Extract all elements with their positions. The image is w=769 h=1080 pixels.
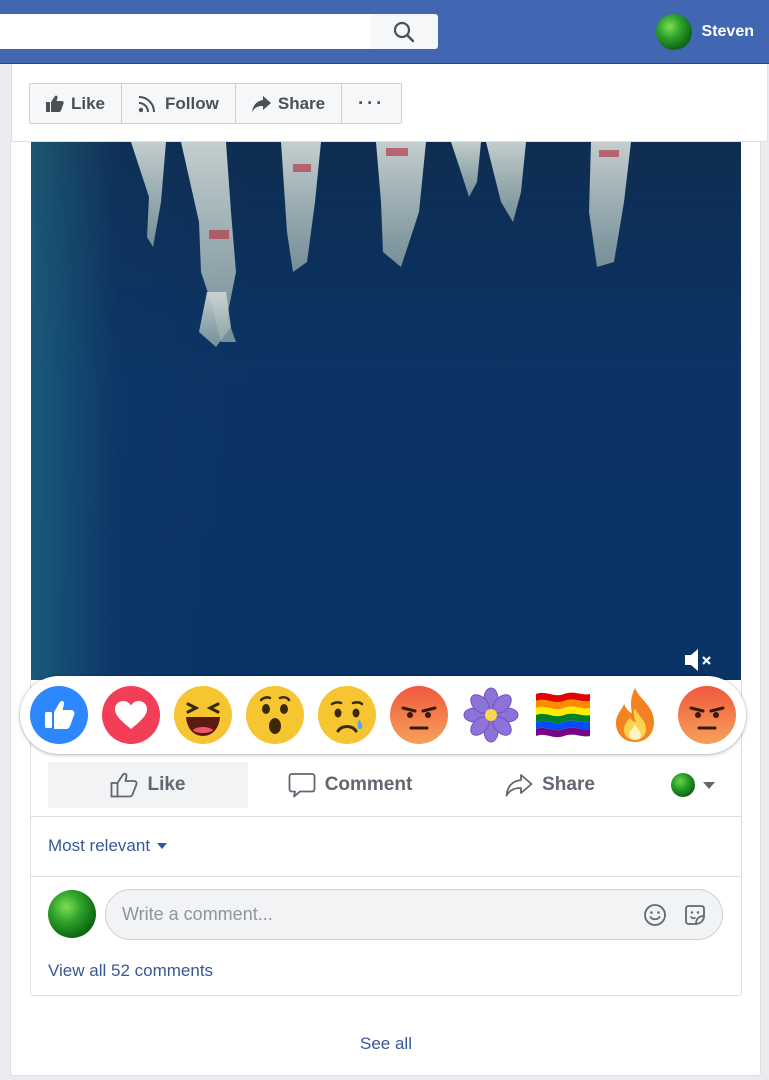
follow-button[interactable]: Follow: [122, 84, 236, 123]
page-share-button[interactable]: Share: [236, 84, 343, 123]
reaction-like[interactable]: [30, 686, 88, 744]
avatar: [671, 773, 695, 797]
page-like-button[interactable]: Like: [30, 84, 123, 123]
chevron-down-icon: [157, 843, 168, 849]
reaction-flower[interactable]: [462, 686, 520, 744]
see-all-link[interactable]: See all: [0, 1034, 769, 1054]
thumbs-up-outline-icon: [111, 772, 138, 798]
avatar: [655, 14, 692, 50]
post-like-label: Like: [147, 774, 186, 795]
heart-icon: [115, 701, 147, 729]
emoji-button[interactable]: [642, 902, 668, 928]
sticker-button[interactable]: [682, 902, 708, 928]
laughing-face-icon: [186, 702, 220, 736]
post-comment-button[interactable]: Comment: [248, 762, 452, 808]
reaction-sad[interactable]: [318, 686, 376, 744]
top-navigation-bar: Steven: [0, 0, 769, 64]
comment-sort-dropdown[interactable]: Most relevant: [48, 836, 168, 856]
thumbs-up-icon: [45, 700, 75, 729]
angry-face-icon: [689, 706, 725, 730]
more-icon: ···: [358, 93, 386, 113]
angry-face-icon: [401, 706, 437, 730]
page-share-label: Share: [277, 93, 326, 113]
follow-label: Follow: [165, 93, 219, 113]
page-action-bar: Like Follow Share ···: [29, 83, 403, 124]
search-icon: [393, 21, 415, 42]
rainbow-flag-icon: [536, 692, 590, 738]
post-share-button[interactable]: Share: [452, 762, 648, 808]
profile-link[interactable]: Steven: [655, 14, 754, 50]
comment-bubble-icon: [288, 773, 316, 798]
comment-sort-label: Most relevant: [48, 836, 151, 855]
reaction-wow[interactable]: [246, 686, 304, 744]
smiley-icon: [644, 903, 666, 926]
fire-icon: [616, 688, 654, 742]
search-input[interactable]: [0, 14, 372, 49]
share-arrow-icon: [251, 95, 271, 112]
post-like-button[interactable]: Like: [48, 762, 248, 808]
audience-selector[interactable]: [648, 762, 738, 808]
swimmers-image: [131, 142, 631, 347]
video-player[interactable]: [31, 142, 741, 680]
purple-flower-icon: [463, 687, 519, 743]
divider: [31, 876, 741, 877]
reaction-angry[interactable]: [390, 686, 448, 744]
divider: [31, 816, 741, 817]
more-options-button[interactable]: ···: [342, 84, 401, 123]
view-all-comments-link[interactable]: View all 52 comments: [48, 961, 213, 981]
rss-follow-icon: [138, 95, 156, 112]
surprised-face-icon: [259, 696, 291, 734]
post-comment-label: Comment: [324, 774, 413, 795]
reaction-haha[interactable]: [174, 686, 232, 744]
reaction-pride[interactable]: [534, 686, 592, 744]
post-action-row: Like Comment Share: [48, 762, 740, 808]
post-share-label: Share: [542, 774, 595, 795]
commenter-avatar: [48, 890, 96, 938]
search-button[interactable]: [370, 14, 438, 49]
reactions-bar: [20, 676, 746, 754]
comment-input[interactable]: [106, 890, 642, 939]
sticker-icon: [685, 904, 705, 925]
sad-face-icon: [330, 701, 364, 733]
chevron-down-icon: [703, 781, 715, 789]
mute-button[interactable]: [683, 646, 715, 674]
reaction-love[interactable]: [102, 686, 160, 744]
comment-composer: [105, 889, 723, 940]
thumbs-up-icon: [46, 95, 64, 112]
muted-speaker-icon: [685, 649, 711, 671]
share-arrow-outline-icon: [505, 774, 533, 797]
page-like-label: Like: [71, 93, 106, 113]
reaction-angry-2[interactable]: [678, 686, 736, 744]
user-name: Steven: [701, 23, 754, 40]
reaction-fire[interactable]: [606, 686, 664, 744]
